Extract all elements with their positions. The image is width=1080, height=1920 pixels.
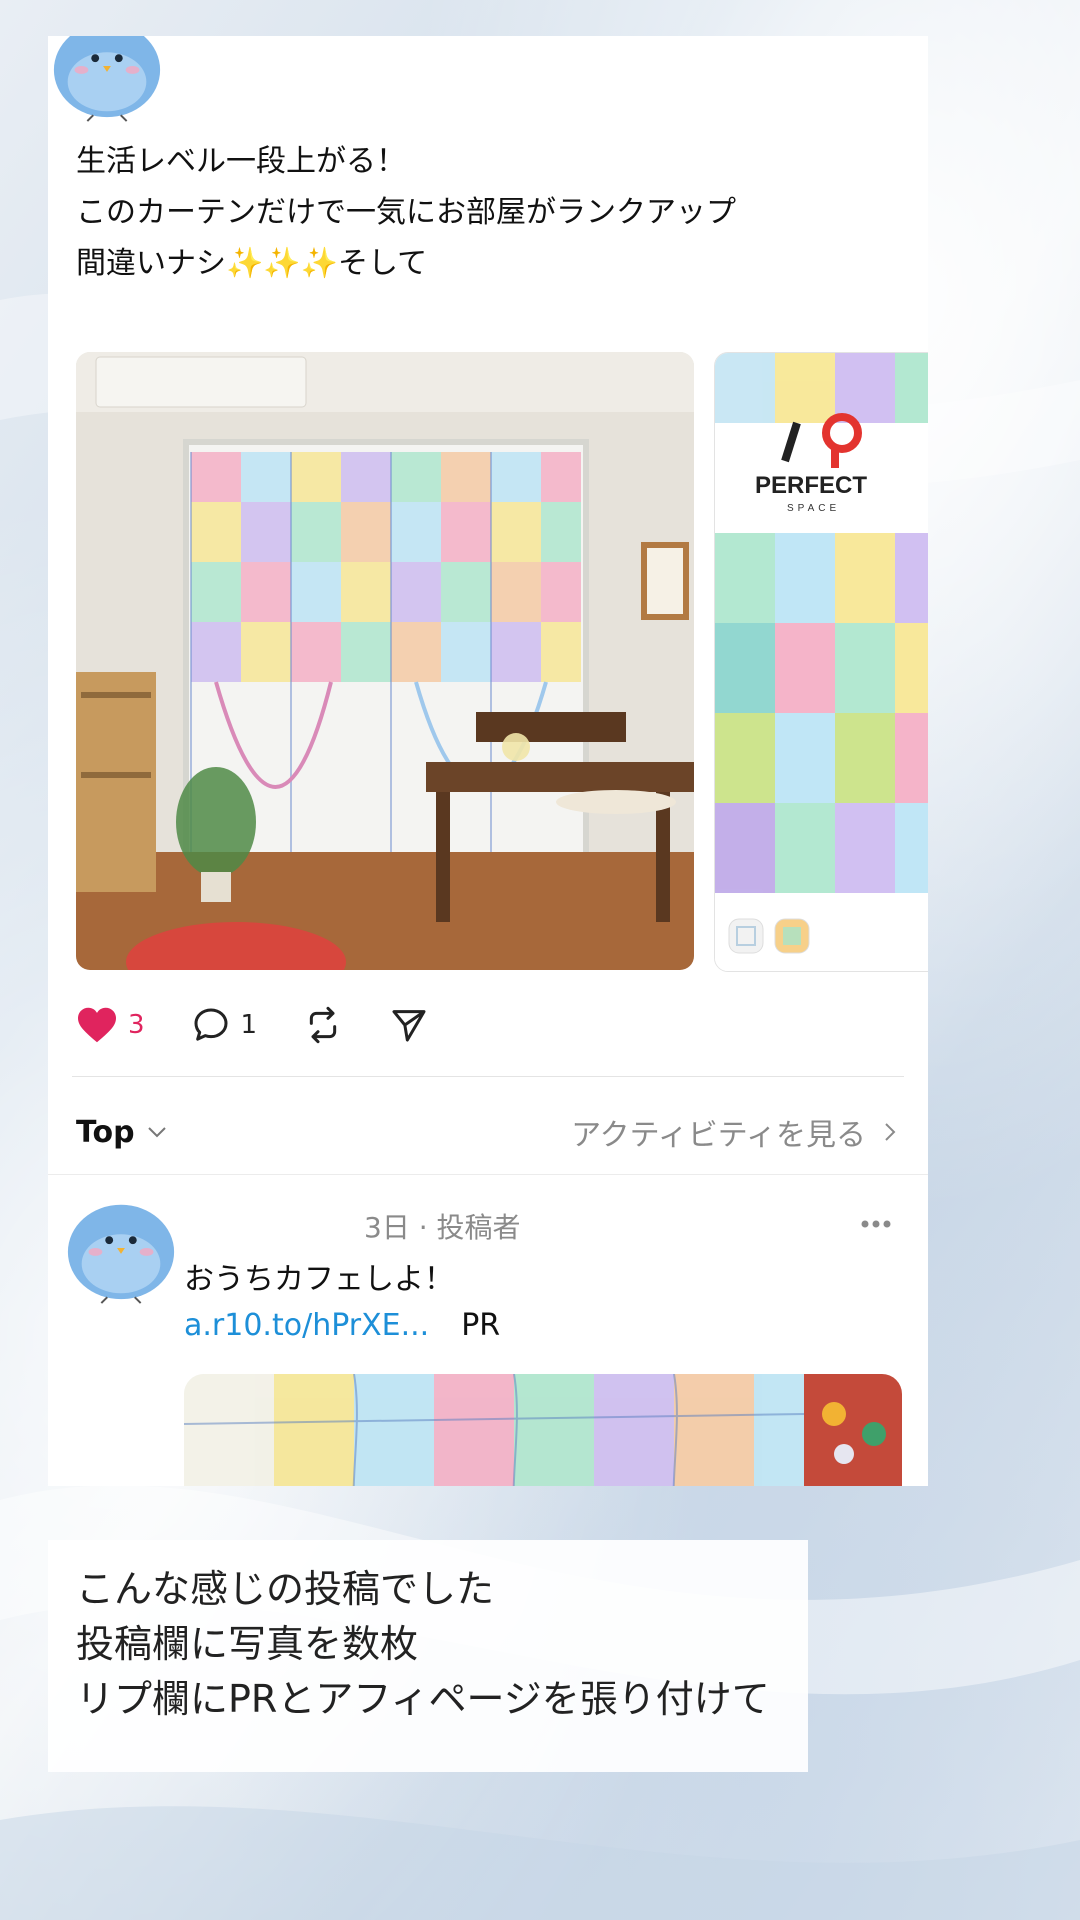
brand-logo-text: PERFECT xyxy=(755,472,867,499)
divider xyxy=(48,1174,928,1175)
post-card: 生活レベル一段上がる！ このカーテンだけで一気にお部屋がランクアップ 間違いナシ… xyxy=(48,36,928,1486)
repost-button[interactable] xyxy=(303,1005,343,1045)
caption-box: こんな感じの投稿でした 投稿欄に写真を数枚 リプ欄にPRとアフィページを張り付け… xyxy=(48,1540,808,1772)
comment-count: 1 xyxy=(240,1010,258,1040)
reply-link-row: a.r10.to/hPrXE... PR xyxy=(184,1308,500,1343)
affiliate-link[interactable]: a.r10.to/hPrXE... xyxy=(184,1308,429,1343)
reply-meta: 3日 · 投稿者 xyxy=(364,1211,521,1244)
comment-button[interactable]: 1 xyxy=(191,1005,258,1045)
chevron-right-icon xyxy=(885,1123,896,1141)
brand-logo-sub: SPACE xyxy=(787,503,840,514)
more-button[interactable] xyxy=(860,1214,892,1233)
post-photo-2[interactable]: PERFECT SPACE xyxy=(714,352,928,972)
sort-label: Top xyxy=(76,1114,135,1150)
view-activity-link[interactable]: アクティビティを見る xyxy=(571,1110,898,1154)
thread-controls: Top アクティビティを見る xyxy=(76,1102,898,1162)
post-line: 間違いナシ✨✨✨そして xyxy=(76,246,428,281)
like-button[interactable]: 3 xyxy=(76,1006,145,1044)
reply-author-avatar[interactable] xyxy=(62,1194,180,1306)
reply-photo[interactable] xyxy=(184,1374,902,1486)
caption-line: リプ欄にPRとアフィページを張り付けて xyxy=(76,1677,770,1721)
activity-label: アクティビティを見る xyxy=(571,1118,866,1153)
reply-text: おうちカフェしよ！ xyxy=(184,1262,454,1297)
pr-tag: PR xyxy=(461,1308,501,1343)
share-button[interactable] xyxy=(389,1005,429,1045)
action-bar: 3 1 xyxy=(76,1002,475,1048)
caption-line: 投稿欄に写真を数枚 xyxy=(76,1622,419,1666)
post-photo-1[interactable] xyxy=(76,352,694,970)
divider xyxy=(72,1076,904,1077)
chevron-down-icon xyxy=(147,1127,166,1138)
repost-icon xyxy=(309,1006,337,1044)
send-icon xyxy=(392,1010,426,1042)
post-line: このカーテンだけで一気にお部屋がランクアップ xyxy=(76,195,736,230)
sort-dropdown[interactable]: Top xyxy=(76,1115,169,1150)
author-avatar[interactable] xyxy=(48,36,166,124)
comment-icon xyxy=(194,1008,228,1041)
more-icon xyxy=(861,1220,891,1228)
post-line: 生活レベル一段上がる！ xyxy=(76,144,406,179)
post-body: 生活レベル一段上がる！ このカーテンだけで一気にお部屋がランクアップ 間違いナシ… xyxy=(76,136,736,289)
caption-line: こんな感じの投稿でした xyxy=(76,1567,495,1611)
like-count: 3 xyxy=(128,1010,145,1040)
heart-icon xyxy=(78,1007,116,1043)
